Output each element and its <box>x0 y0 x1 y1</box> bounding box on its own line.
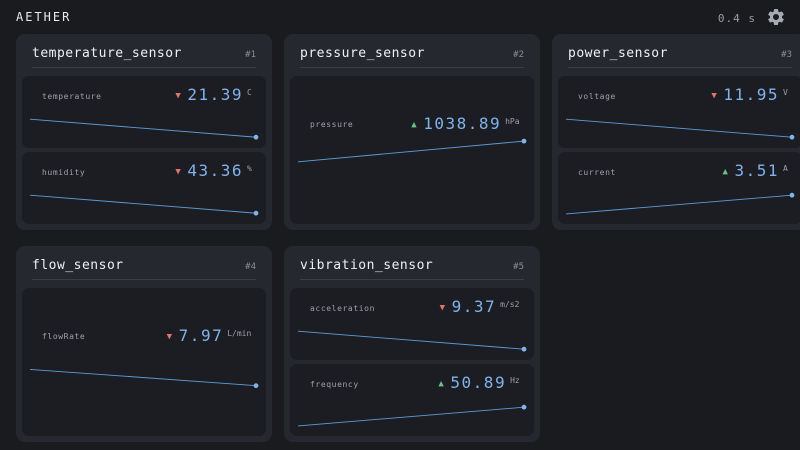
sensor-card-power-sensor: power_sensor #3 voltage ▼ 11.95 Vcurrent ▲ 3.51… <box>552 34 800 230</box>
sparkline-latest-point <box>253 383 259 389</box>
sparkline-latest-point <box>253 134 259 140</box>
metric-panel-acceleration: acceleration ▼ 9.37 m/s2 <box>290 288 534 360</box>
sparkline-chart <box>29 118 259 140</box>
sensor-card-temperature-sensor: temperature_sensor #1 temperature ▼ 21.39 Chu… <box>16 34 272 230</box>
sparkline-latest-point <box>521 138 527 144</box>
sparkline-line <box>29 118 257 138</box>
sparkline-chart <box>565 192 795 215</box>
refresh-interval: 0.4 s <box>717 12 756 25</box>
sparkline-latest-point <box>521 346 527 352</box>
app-title: AETHER <box>16 10 72 24</box>
sparkline-chart <box>297 404 527 427</box>
sensor-index: #5 <box>513 262 524 272</box>
metric-panel-current: current ▲ 3.51 A <box>558 152 800 224</box>
divider <box>300 67 524 68</box>
metric-panel-pressure: pressure ▲ 1038.89 hPa <box>290 76 534 224</box>
sparkline-latest-point <box>253 210 259 216</box>
sparkline-chart <box>297 138 527 163</box>
sensor-index: #1 <box>245 50 256 60</box>
metric-panel-frequency: frequency ▲ 50.89 Hz <box>290 364 534 436</box>
top-bar: AETHER 0.4 s <box>0 0 800 34</box>
sensor-card-flow-sensor: flow_sensor #4 flowRate ▼ 7.97 L/min <box>16 246 272 442</box>
sparkline-line <box>297 140 525 163</box>
sensor-card-pressure-sensor: pressure_sensor #2 pressure ▲ 1038.89 hPa <box>284 34 540 230</box>
sensor-name: power_sensor <box>568 46 668 61</box>
metric-panel-humidity: humidity ▼ 43.36% <box>22 152 266 224</box>
sparkline-line <box>565 194 793 215</box>
sparkline-line <box>29 194 257 214</box>
sparkline-latest-point <box>789 134 795 140</box>
sparkline-chart <box>29 368 259 389</box>
sensor-index: #4 <box>245 262 256 272</box>
gear-icon[interactable] <box>766 7 786 27</box>
sparkline-chart <box>29 194 259 216</box>
sparkline-chart <box>565 118 795 140</box>
sensor-name: flow_sensor <box>32 258 124 273</box>
metric-panel-voltage: voltage ▼ 11.95 V <box>558 76 800 148</box>
sensor-index: #2 <box>513 50 524 60</box>
metric-panel-temperature: temperature ▼ 21.39 C <box>22 76 266 148</box>
sparkline-line <box>297 330 525 350</box>
metric-panel-flowrate: flowRate ▼ 7.97 L/min <box>22 288 266 436</box>
sensor-index: #3 <box>781 50 792 60</box>
divider <box>32 67 256 68</box>
divider <box>32 279 256 280</box>
sparkline-chart <box>297 330 527 352</box>
divider <box>300 279 524 280</box>
sensor-name: vibration_sensor <box>300 258 434 273</box>
divider <box>568 67 792 68</box>
sparkline-latest-point <box>789 192 795 198</box>
sparkline-latest-point <box>521 404 527 410</box>
sparkline-line <box>565 118 793 138</box>
sensor-name: pressure_sensor <box>300 46 425 61</box>
sparkline-line <box>29 368 257 387</box>
sparkline-line <box>297 406 525 427</box>
sensor-card-vibration-sensor: vibration_sensor #5 acceleration ▼ 9.37 m/s2 f… <box>284 246 540 442</box>
sensor-name: temperature_sensor <box>32 46 182 61</box>
